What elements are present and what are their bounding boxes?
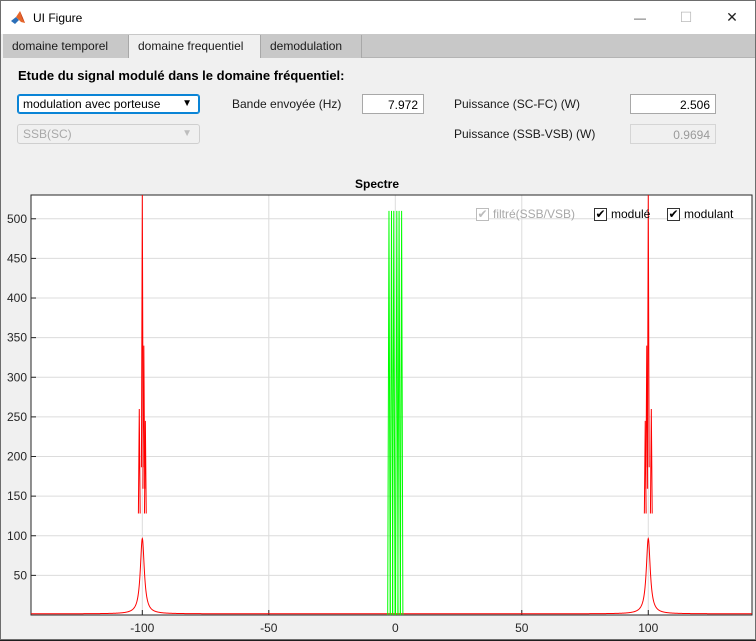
legend-filtre-checkbox[interactable]: ✔ filtré(SSB/VSB) bbox=[476, 207, 575, 221]
y-tick-label: 300 bbox=[7, 370, 27, 384]
y-tick-label: 350 bbox=[7, 331, 27, 345]
checkbox-checked-icon: ✔ bbox=[476, 206, 489, 221]
spectrum-plot[interactable]: -100 -50 0 50 100 50 100 150 200 250 300 350 400 450 5… bbox=[1, 1, 756, 641]
legend-modulant-checkbox[interactable]: ✔ modulant bbox=[667, 207, 733, 221]
legend-module-checkbox[interactable]: ✔ modulé bbox=[594, 207, 650, 221]
legend-module-label: modulé bbox=[611, 207, 651, 221]
x-tick-label: 0 bbox=[392, 621, 399, 635]
y-tick-label: 500 bbox=[7, 212, 27, 226]
x-tick-label: 100 bbox=[638, 621, 658, 635]
checkbox-checked-icon: ✔ bbox=[594, 206, 607, 221]
y-tick-label: 50 bbox=[14, 568, 28, 582]
y-tick-label: 100 bbox=[7, 529, 27, 543]
x-tick-label: 50 bbox=[515, 621, 529, 635]
y-tick-label: 400 bbox=[7, 291, 27, 305]
legend-filtre-label: filtré(SSB/VSB) bbox=[493, 207, 576, 221]
y-tick-label: 450 bbox=[7, 251, 27, 265]
x-tick-label: -50 bbox=[260, 621, 278, 635]
checkbox-checked-icon: ✔ bbox=[667, 206, 680, 221]
legend-modulant-label: modulant bbox=[684, 207, 734, 221]
ui-figure-window: UI Figure — ☐ ✕ domaine temporel domaine… bbox=[0, 0, 756, 640]
y-tick-label: 150 bbox=[7, 489, 27, 503]
y-tick-label: 200 bbox=[7, 450, 27, 464]
x-tick-label: -100 bbox=[130, 621, 154, 635]
y-tick-label: 250 bbox=[7, 410, 27, 424]
